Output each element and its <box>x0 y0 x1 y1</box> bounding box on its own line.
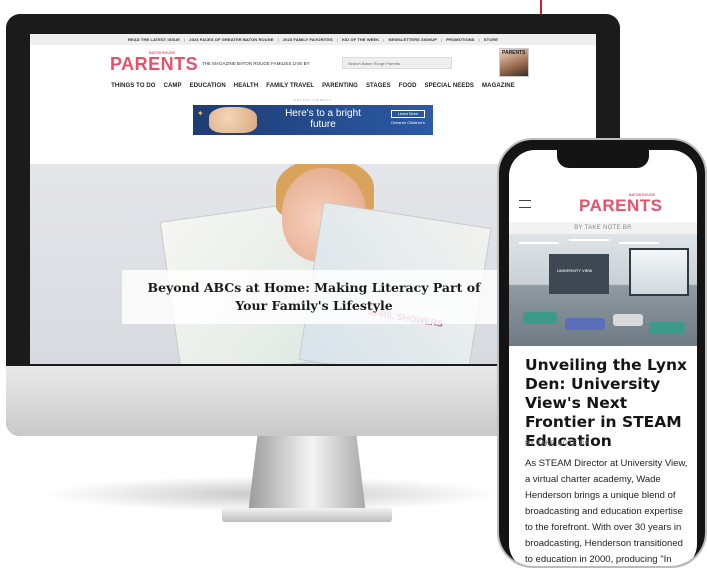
nav-item-special-needs[interactable]: SPECIAL NEEDS <box>425 83 475 89</box>
classroom-seat <box>649 322 685 334</box>
nav-item-family-travel[interactable]: FAMILY TRAVEL <box>266 83 314 89</box>
phone-screen: BATON ROUGE PARENTS BY TAKE NOTE BR UNIV… <box>509 150 697 566</box>
ceiling-light <box>569 239 609 241</box>
monitor-stand-base <box>222 508 392 522</box>
mobile-sub-label: BY TAKE NOTE BR <box>509 222 697 234</box>
accent-line <box>540 0 542 14</box>
mobile-header: BATON ROUGE PARENTS <box>509 190 697 216</box>
ad-banner[interactable]: ✦ Here's to a bright future Learn More O… <box>193 105 433 135</box>
phone-notch <box>557 150 649 168</box>
classroom-wall: UNIVERSITY VIEW <box>549 254 609 294</box>
magazine-cover-label: PARENTS <box>502 50 526 56</box>
magazine-cover-thumbnail[interactable]: PARENTS <box>499 48 529 77</box>
search-input[interactable]: Search Baton Rouge Parents <box>342 57 452 69</box>
nav-item-stages[interactable]: STAGES <box>366 83 391 89</box>
nav-item-things-to-do[interactable]: THINGS TO DO <box>111 83 155 89</box>
ceiling-light <box>619 242 659 244</box>
smartphone: BATON ROUGE PARENTS BY TAKE NOTE BR UNIV… <box>497 138 707 568</box>
monitor-stand <box>248 436 366 514</box>
nav-item-camp[interactable]: CAMP <box>164 83 182 89</box>
nav-item-parenting[interactable]: PARENTING <box>322 83 358 89</box>
ad-learn-more-button[interactable]: Learn More <box>391 110 425 118</box>
nav-item-health[interactable]: HEALTH <box>234 83 259 89</box>
classroom-sign: UNIVERSITY VIEW <box>557 268 593 273</box>
main-nav: THINGS TO DO CAMP EDUCATION HEALTH FAMIL… <box>30 79 596 93</box>
classroom-seat <box>565 318 605 330</box>
ceiling-light <box>519 242 559 244</box>
top-links-bar: READ THE LATEST ISSUE | 2024 FACES OF GRE… <box>30 34 596 45</box>
mobile-site-logo[interactable]: PARENTS <box>579 196 662 216</box>
hero-headline[interactable]: Beyond ABCs at Home: Making Literacy Par… <box>122 279 506 315</box>
ad-sponsor-logo: Ochsner Children's <box>391 120 425 125</box>
top-link[interactable]: PROMOTIONS <box>446 37 474 42</box>
advertisement-label: ADVERTISEMENT <box>293 98 333 102</box>
classroom-seat <box>613 314 643 326</box>
hero-caption[interactable]: Beyond ABCs at Home: Making Literacy Par… <box>122 270 506 324</box>
top-link[interactable]: 2024 FACES OF GREATER BATON ROUGE <box>189 37 273 42</box>
top-link[interactable]: NEWSLETTERS SIGNUP <box>389 37 437 42</box>
site-header: BATON ROUGE PARENTS THE MAGAZINE BATON R… <box>30 45 596 79</box>
top-link[interactable]: STORE <box>484 37 498 42</box>
sparkle-icon: ✦ <box>197 109 204 118</box>
top-link[interactable]: READ THE LATEST ISSUE <box>128 37 180 42</box>
classroom-seat <box>523 312 557 324</box>
article-body: As STEAM Director at University View, a … <box>525 458 688 565</box>
site-tagline: THE MAGAZINE BATON ROUGE FAMILIES LIVE B… <box>202 61 310 66</box>
nav-item-magazine[interactable]: MAGAZINE <box>482 83 515 89</box>
hamburger-menu-icon[interactable] <box>519 200 531 208</box>
classroom-window <box>629 248 689 296</box>
top-link[interactable]: KID OF THE WEEK <box>342 37 379 42</box>
ad-headline: Here's to a bright future <box>285 108 361 130</box>
nav-item-education[interactable]: EDUCATION <box>190 83 226 89</box>
article-photo[interactable]: UNIVERSITY VIEW <box>509 234 697 346</box>
article-byline: BY TAKE NOTE BR <box>525 440 590 447</box>
ad-child-image <box>209 107 257 133</box>
article-title[interactable]: Unveiling the Lynx Den: University View'… <box>525 356 693 451</box>
top-link[interactable]: 2023 FAMILY FAVORITES <box>283 37 333 42</box>
search-placeholder: Search Baton Rouge Parents <box>348 61 401 66</box>
site-logo[interactable]: PARENTS <box>110 54 198 75</box>
nav-item-food[interactable]: FOOD <box>399 83 417 89</box>
